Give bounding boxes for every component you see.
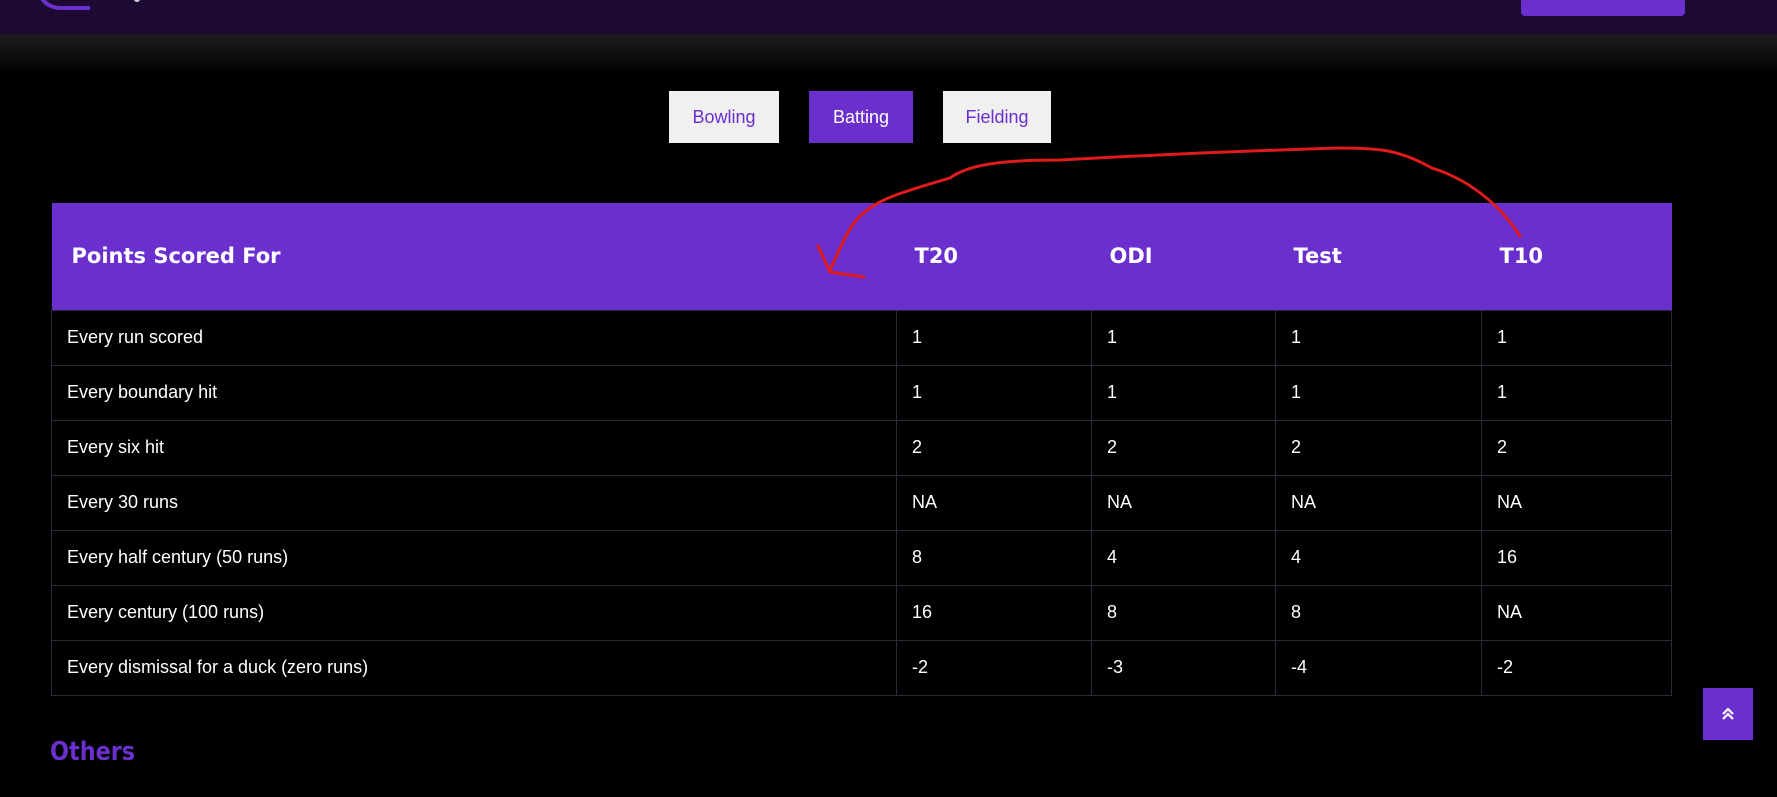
double-chevron-up-icon xyxy=(1722,707,1734,720)
cell-odi: 4 xyxy=(1091,529,1276,586)
cell-t10: NA xyxy=(1481,584,1672,641)
others-section-title: Others xyxy=(50,737,136,767)
header-points-scored-for: Points Scored For xyxy=(71,244,281,269)
cell-odi: NA xyxy=(1091,474,1276,531)
navbar-shadow xyxy=(0,34,1777,76)
table-row: Every century (100 runs) 16 8 8 NA xyxy=(51,584,1672,641)
cell-t20: 1 xyxy=(896,309,1092,366)
batting-points-table: Points Scored For T20 ODI Test T10 Every… xyxy=(51,203,1672,696)
header-test: Test xyxy=(1293,244,1342,269)
navbar-cta-button[interactable] xyxy=(1521,0,1685,16)
logo-text-fragment xyxy=(134,0,140,2)
row-label: Every century (100 runs) xyxy=(51,584,897,641)
cell-t20: NA xyxy=(896,474,1092,531)
table-row: Every 30 runs NA NA NA NA xyxy=(51,474,1672,531)
cell-odi: 1 xyxy=(1091,309,1276,366)
cell-t10: 1 xyxy=(1481,309,1672,366)
cell-test: NA xyxy=(1275,474,1482,531)
cell-t20: 1 xyxy=(896,364,1092,421)
cell-odi: 8 xyxy=(1091,584,1276,641)
row-label: Every run scored xyxy=(51,309,897,366)
top-navbar xyxy=(0,0,1777,34)
scroll-to-top-button[interactable] xyxy=(1703,688,1753,740)
logo[interactable] xyxy=(36,0,90,10)
cell-test: 8 xyxy=(1275,584,1482,641)
cell-test: 2 xyxy=(1275,419,1482,476)
cell-t20: 2 xyxy=(896,419,1092,476)
row-label: Every dismissal for a duck (zero runs) xyxy=(51,639,897,696)
table-row: Every dismissal for a duck (zero runs) -… xyxy=(51,639,1672,696)
cell-t20: 16 xyxy=(896,584,1092,641)
cell-t10: -2 xyxy=(1481,639,1672,696)
table-header-row: Points Scored For T20 ODI Test T10 xyxy=(51,203,1672,310)
cell-t10: 1 xyxy=(1481,364,1672,421)
tab-batting[interactable]: Batting xyxy=(809,91,913,143)
cell-t10: 16 xyxy=(1481,529,1672,586)
cell-t20: 8 xyxy=(896,529,1092,586)
cell-t10: NA xyxy=(1481,474,1672,531)
tab-bowling[interactable]: Bowling xyxy=(669,91,779,143)
table-row: Every boundary hit 1 1 1 1 xyxy=(51,364,1672,421)
table-row: Every half century (50 runs) 8 4 4 16 xyxy=(51,529,1672,586)
cell-test: 1 xyxy=(1275,309,1482,366)
cell-t10: 2 xyxy=(1481,419,1672,476)
row-label: Every six hit xyxy=(51,419,897,476)
cell-t20: -2 xyxy=(896,639,1092,696)
cell-test: -4 xyxy=(1275,639,1482,696)
row-label: Every boundary hit xyxy=(51,364,897,421)
row-label: Every 30 runs xyxy=(51,474,897,531)
header-odi: ODI xyxy=(1109,244,1153,269)
header-t10: T10 xyxy=(1499,244,1544,269)
cell-odi: 2 xyxy=(1091,419,1276,476)
cell-test: 4 xyxy=(1275,529,1482,586)
cell-odi: -3 xyxy=(1091,639,1276,696)
header-t20: T20 xyxy=(914,244,959,269)
cell-test: 1 xyxy=(1275,364,1482,421)
table-row: Every run scored 1 1 1 1 xyxy=(51,309,1672,366)
tab-fielding[interactable]: Fielding xyxy=(943,91,1051,143)
cell-odi: 1 xyxy=(1091,364,1276,421)
row-label: Every half century (50 runs) xyxy=(51,529,897,586)
table-row: Every six hit 2 2 2 2 xyxy=(51,419,1672,476)
